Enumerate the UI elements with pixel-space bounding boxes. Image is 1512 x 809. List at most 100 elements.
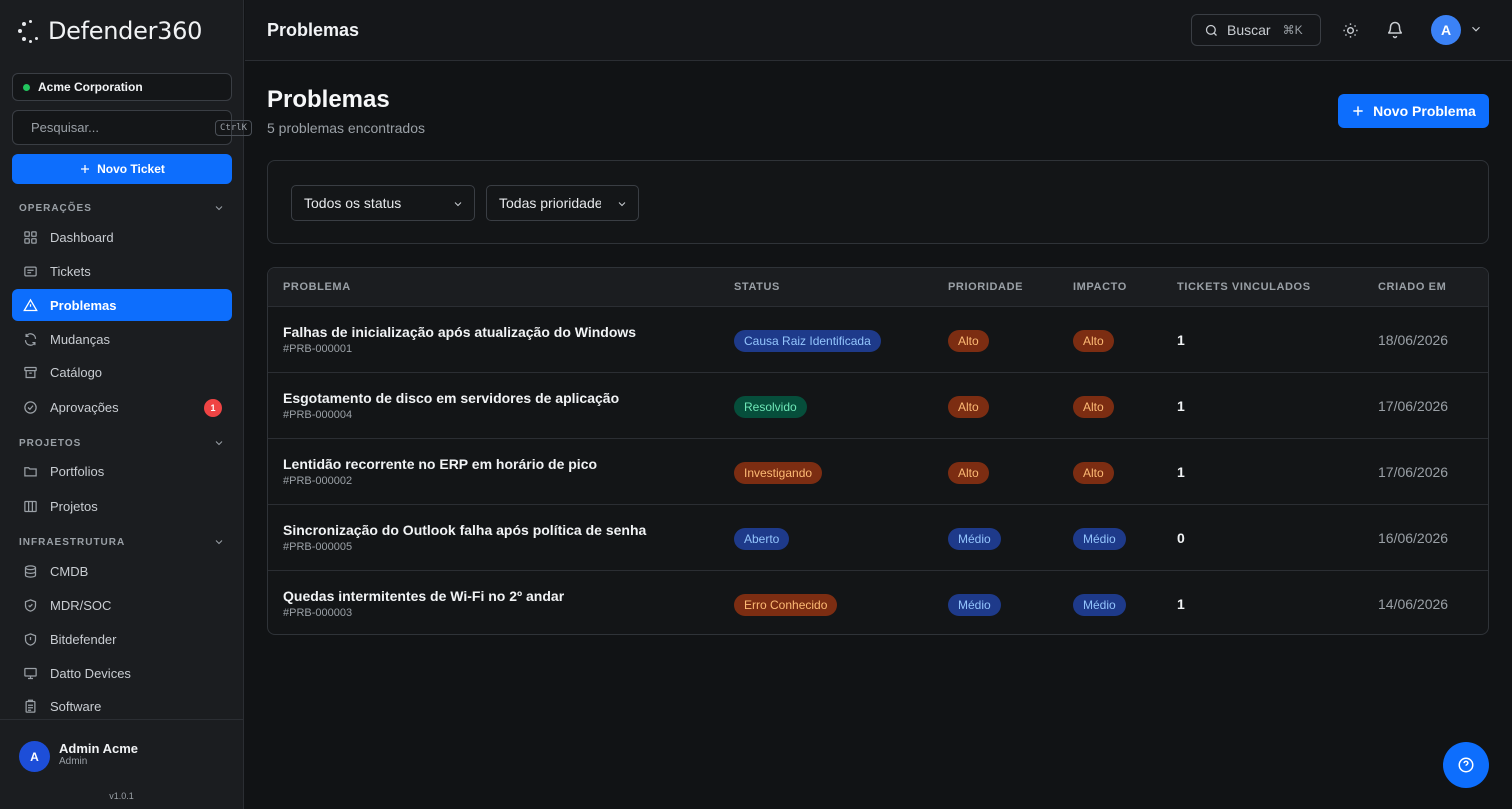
status-badge: Causa Raiz Identificada [734, 330, 881, 352]
created-date: 14/06/2026 [1378, 596, 1449, 612]
filters-panel: Todos os status Todas prioridades [267, 160, 1489, 244]
problem-id: #PRB-000001 [283, 343, 353, 355]
sidebar-item-mudancas[interactable]: Mudanças [12, 323, 232, 355]
column-header[interactable]: PRIORIDADE [948, 281, 1023, 293]
column-header[interactable]: IMPACTO [1073, 281, 1127, 293]
sidebar-item-mdr[interactable]: MDR/SOC [12, 589, 232, 621]
new-ticket-label: Novo Ticket [97, 162, 165, 176]
column-header[interactable]: TICKETS VINCULADOS [1177, 281, 1311, 293]
sidebar-item-cmdb[interactable]: CMDB [12, 555, 232, 587]
table-row[interactable]: Lentidão recorrente no ERP em horário de… [268, 438, 1488, 504]
sidebar-search-input[interactable] [31, 120, 207, 135]
priority-badge: Alto [948, 462, 989, 484]
sidebar-item-projetos[interactable]: Projetos [12, 490, 232, 522]
folder-icon [22, 463, 38, 479]
impact-badge: Alto [1073, 396, 1114, 418]
section-projetos-label: PROJETOS [19, 437, 82, 449]
sidebar-item-tickets[interactable]: Tickets [12, 255, 232, 287]
problem-title[interactable]: Sincronização do Outlook falha após polí… [283, 522, 646, 538]
table-row[interactable]: Falhas de inicialização após atualização… [268, 306, 1488, 372]
notifications-bell-icon[interactable] [1385, 20, 1405, 40]
column-header[interactable]: STATUS [734, 281, 780, 293]
status-badge: Aberto [734, 528, 790, 550]
sidebar-item-software[interactable]: Software [12, 690, 232, 722]
sidebar-item-catalogo[interactable]: Catálogo [12, 356, 232, 388]
status-badge: Investigando [734, 462, 823, 484]
org-name: Acme Corporation [38, 80, 143, 94]
section-operacoes-label: OPERAÇÕES [19, 202, 92, 214]
global-search-label: Buscar [1227, 22, 1271, 38]
user-name: Admin Acme [59, 741, 138, 756]
chevron-down-icon [618, 202, 626, 207]
refresh-icon [22, 331, 38, 347]
sidebar-item-label: Mudanças [50, 331, 110, 347]
section-projetos[interactable]: PROJETOS [19, 435, 225, 451]
warning-icon [22, 297, 38, 313]
header-title: Problemas [267, 20, 360, 40]
table-row[interactable]: Sincronização do Outlook falha após polí… [268, 504, 1488, 570]
shield-alert-icon [22, 631, 38, 647]
problem-id: #PRB-000004 [283, 409, 353, 421]
global-search-button[interactable]: Buscar ⌘K [1191, 14, 1321, 46]
sidebar-item-aprovacoes[interactable]: Aprovações 1 [12, 391, 232, 423]
created-date: 18/06/2026 [1378, 332, 1449, 348]
header-avatar[interactable]: A [1431, 15, 1461, 45]
sidebar-item-portfolios[interactable]: Portfolios [12, 455, 232, 487]
chevron-down-icon[interactable] [1469, 22, 1483, 36]
problem-title[interactable]: Esgotamento de disco em servidores de ap… [283, 390, 619, 406]
section-infra[interactable]: INFRAESTRUTURA [19, 534, 225, 550]
table-row[interactable]: Esgotamento de disco em servidores de ap… [268, 372, 1488, 438]
columns-icon [22, 498, 38, 514]
chevron-down-icon [215, 206, 223, 211]
linked-tickets-count: 0 [1177, 530, 1185, 546]
sidebar-item-problemas[interactable]: Problemas [12, 289, 232, 321]
new-ticket-button[interactable]: Novo Ticket [12, 154, 232, 184]
logo-text: Defender360 [48, 17, 203, 45]
sidebar-item-label: Catálogo [50, 364, 103, 380]
linked-tickets-count: 1 [1177, 596, 1185, 612]
theme-toggle-sun-icon[interactable] [1340, 20, 1360, 40]
status-badge: Resolvido [734, 396, 807, 418]
sidebar-item-label: Tickets [50, 263, 91, 279]
problem-title[interactable]: Lentidão recorrente no ERP em horário de… [283, 456, 597, 472]
shield-check-icon [22, 597, 38, 613]
archive-icon [22, 364, 38, 380]
linked-tickets-count: 1 [1177, 398, 1185, 414]
logo[interactable]: Defender360 [16, 16, 202, 46]
priority-badge: Alto [948, 330, 989, 352]
column-header[interactable]: CRIADO EM [1378, 281, 1446, 293]
table-header: PROBLEMA STATUS PRIORIDADE IMPACTO TICKE… [268, 268, 1488, 307]
sidebar-item-label: Portfolios [50, 463, 105, 479]
new-problem-button[interactable]: Novo Problema [1338, 94, 1489, 128]
search-icon [1205, 24, 1217, 36]
column-header[interactable]: PROBLEMA [283, 281, 351, 293]
table-row[interactable]: Quedas intermitentes de Wi-Fi no 2º anda… [268, 570, 1488, 634]
section-operacoes[interactable]: OPERAÇÕES [19, 200, 225, 216]
org-selector[interactable]: Acme Corporation [12, 73, 232, 101]
results-count: 5 problemas encontrados [267, 120, 425, 136]
sidebar-item-label: Problemas [50, 297, 117, 313]
problem-title[interactable]: Quedas intermitentes de Wi-Fi no 2º anda… [283, 588, 564, 604]
chevron-down-icon [454, 202, 462, 207]
sidebar-item-bitdefender[interactable]: Bitdefender [12, 623, 232, 655]
priority-filter-select[interactable]: Todas prioridades [486, 185, 639, 221]
status-filter-select[interactable]: Todos os status [291, 185, 475, 221]
online-dot-icon [23, 83, 30, 91]
sidebar-user-footer: A Admin Acme Admin v1.0.1 [0, 719, 243, 809]
priority-filter-value: Todas prioridades [499, 195, 601, 211]
check-circle-icon [22, 399, 38, 415]
sidebar-search[interactable]: CtrlK [12, 110, 253, 145]
created-date: 17/06/2026 [1378, 398, 1449, 414]
search-shortcut: CtrlK [215, 119, 253, 136]
problem-title[interactable]: Falhas de inicialização após atualização… [283, 324, 636, 340]
app-version: v1.0.1 [109, 791, 134, 801]
grid-icon [22, 229, 38, 245]
sidebar-item-dashboard[interactable]: Dashboard [12, 221, 232, 253]
user-avatar[interactable]: A [19, 741, 50, 772]
help-button[interactable] [1443, 742, 1489, 788]
impact-badge: Médio [1073, 528, 1126, 550]
logo-dots-icon [16, 19, 40, 43]
impact-badge: Alto [1073, 330, 1114, 352]
sidebar-item-label: Dashboard [50, 229, 114, 245]
sidebar-item-datto[interactable]: Datto Devices [12, 657, 232, 689]
